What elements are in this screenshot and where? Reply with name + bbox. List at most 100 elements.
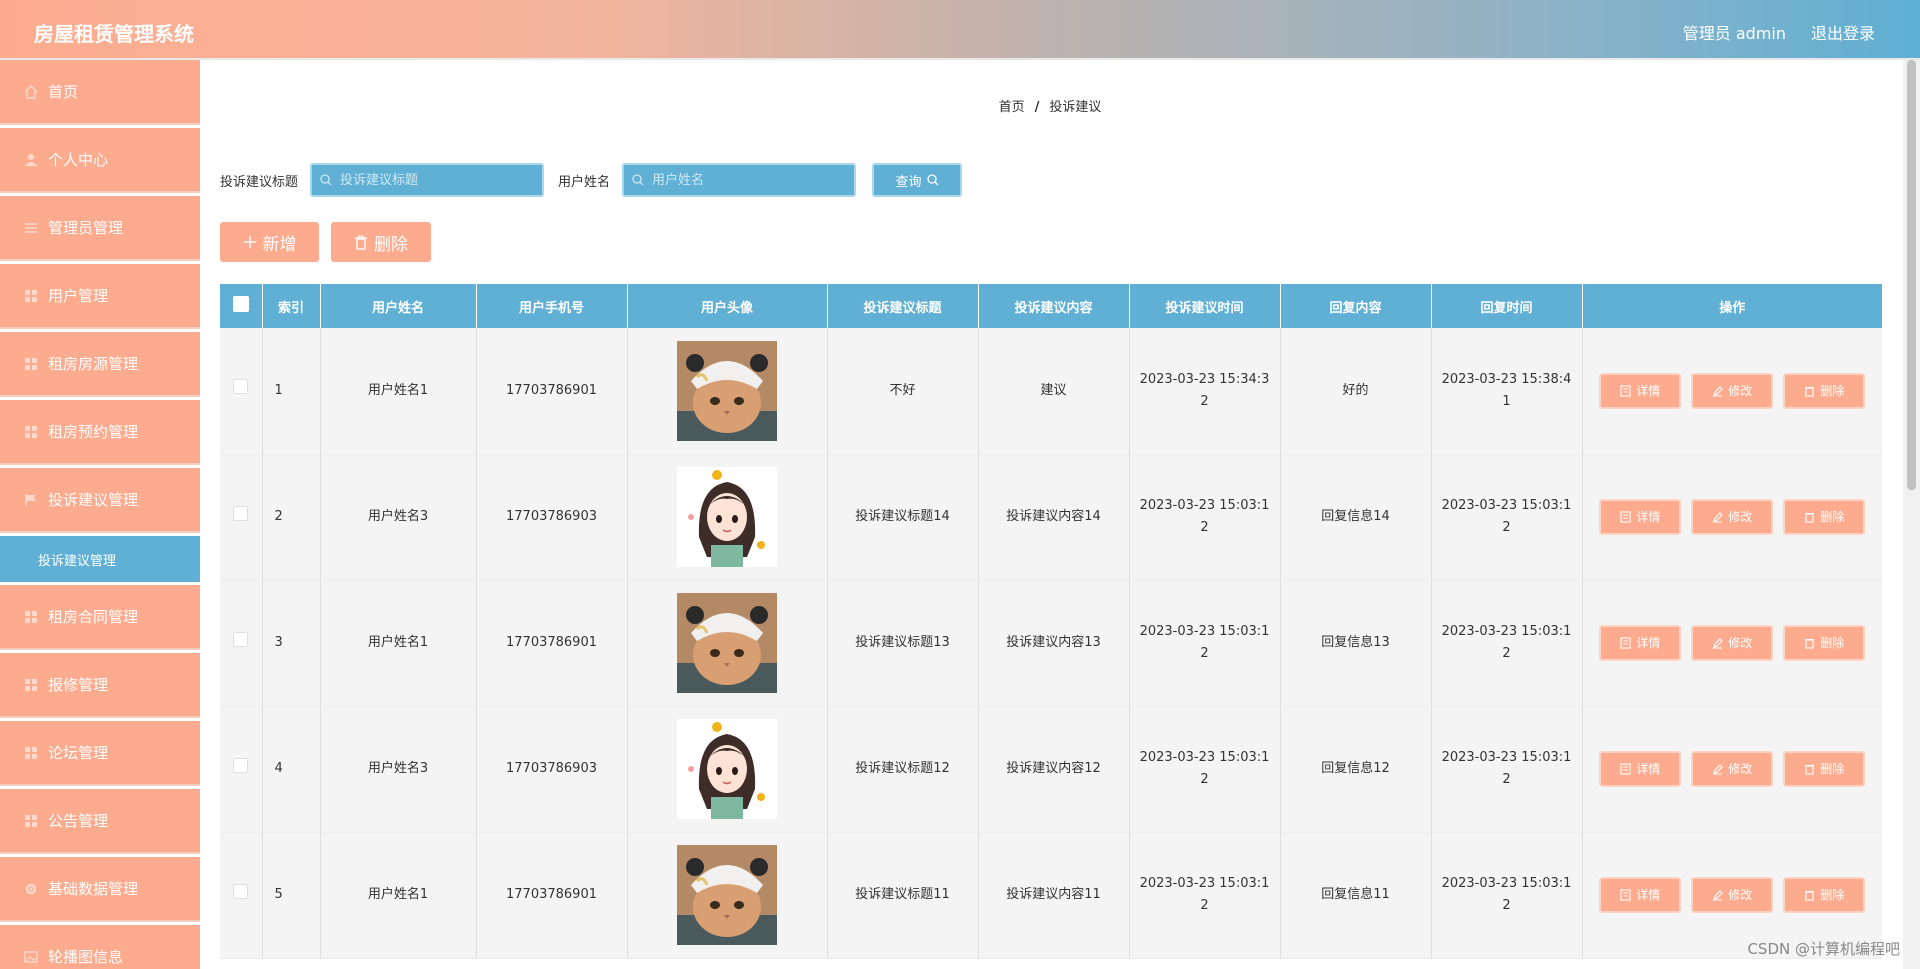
title-search-input[interactable] <box>338 171 533 189</box>
delete-button[interactable]: 删除 <box>1783 625 1866 661</box>
sidebar-item[interactable]: 租房预约管理 <box>0 400 200 465</box>
complaint-time-cell: 2023-03-23 15:03:12 <box>1129 832 1281 959</box>
column-header: 投诉建议时间 <box>1129 284 1281 328</box>
query-button-label: 查询 <box>895 174 922 190</box>
trash-icon <box>1805 638 1815 649</box>
query-button[interactable]: 查询 <box>872 163 963 197</box>
cat-avatar <box>677 845 777 945</box>
row-checkbox[interactable] <box>233 631 249 647</box>
complaint-table: 索引 用户姓名 用户手机号 用户头像 投诉建议标题 投诉建议内容 投诉建议时间 … <box>220 284 1882 969</box>
grid-icon <box>25 678 37 691</box>
user-search-label: 用户姓名 <box>558 174 611 190</box>
cat-avatar <box>677 340 777 441</box>
sidebar-item-label: 租房房源管理 <box>48 355 139 373</box>
edit-button[interactable]: 修改 <box>1691 499 1774 535</box>
row-select-cell[interactable] <box>220 328 263 455</box>
user-search-field[interactable] <box>622 163 857 197</box>
scrollbar-thumb[interactable] <box>1907 60 1916 490</box>
complaint-content-cell: 投诉建议内容11 <box>978 832 1130 959</box>
grid-icon <box>25 610 37 623</box>
row-select-cell[interactable] <box>220 706 263 833</box>
batch-delete-button[interactable]: 删除 <box>331 222 431 262</box>
operations-cell: 详情 修改 删除 <box>1582 454 1882 581</box>
logout-link[interactable]: 退出登录 <box>1811 20 1875 44</box>
plus-icon <box>243 236 256 248</box>
select-all-checkbox[interactable] <box>232 296 249 312</box>
reply-time-cell: 2023-03-23 15:03:12 <box>1431 454 1583 581</box>
sidebar-item[interactable]: 租房房源管理 <box>0 332 200 397</box>
row-select-cell[interactable] <box>220 832 263 959</box>
title-search-field[interactable] <box>310 163 545 197</box>
girl-avatar <box>677 467 777 567</box>
breadcrumb-home[interactable]: 首页 <box>999 100 1025 115</box>
table-row: 2 用户姓名3 17703786903 投诉建议标题14 投诉建议内容14 2023-03… <box>220 454 1882 581</box>
document-icon <box>1620 385 1631 397</box>
row-index: 1 <box>262 328 321 455</box>
main-content: 首页 / 投诉建议 投诉建议标题 用户姓名 查询 新增 删除 <box>200 60 1900 969</box>
delete-button[interactable]: 删除 <box>1783 499 1866 535</box>
sidebar-item[interactable]: 公告管理 <box>0 789 200 854</box>
home-icon <box>24 84 38 99</box>
row-checkbox[interactable] <box>233 757 249 773</box>
row-checkbox[interactable] <box>233 379 249 395</box>
reply-time-cell: 2023-03-23 15:03:12 <box>1431 706 1583 833</box>
detail-button[interactable]: 详情 <box>1599 499 1682 535</box>
sidebar-item[interactable]: 个人中心 <box>0 128 200 193</box>
document-icon <box>1620 637 1631 649</box>
edit-button[interactable]: 修改 <box>1691 877 1774 913</box>
sidebar-item[interactable]: 用户管理 <box>0 264 200 329</box>
column-header: 索引 <box>262 284 321 328</box>
edit-button-label: 修改 <box>1728 510 1753 524</box>
complaint-time-cell: 2023-03-23 15:03:12 <box>1129 454 1281 581</box>
column-header: 投诉建议内容 <box>978 284 1130 328</box>
sidebar-item[interactable]: 租房合同管理 <box>0 585 200 650</box>
sidebar-subitem-complaints[interactable]: 投诉建议管理 <box>0 536 200 582</box>
edit-button-label: 修改 <box>1728 383 1753 398</box>
detail-button[interactable]: 详情 <box>1599 877 1682 913</box>
sidebar-item[interactable]: 投诉建议管理 <box>0 468 200 533</box>
delete-button[interactable]: 删除 <box>1783 372 1866 409</box>
sidebar-item[interactable]: 报修管理 <box>0 653 200 718</box>
delete-button-label: 删除 <box>1820 636 1845 650</box>
edit-button[interactable]: 修改 <box>1691 751 1774 787</box>
page-scrollbar[interactable] <box>1903 60 1920 969</box>
table-header-row: 索引 用户姓名 用户手机号 用户头像 投诉建议标题 投诉建议内容 投诉建议时间 … <box>220 284 1882 328</box>
sidebar-item[interactable]: 基础数据管理 <box>0 857 200 922</box>
user-search-input[interactable] <box>650 171 845 189</box>
delete-button[interactable]: 删除 <box>1783 877 1866 913</box>
table-row: 4 用户姓名3 17703786903 投诉建议标题12 投诉建议内容12 2023-03… <box>220 706 1882 833</box>
edit-icon <box>1713 512 1724 523</box>
action-bar: 新增 删除 <box>220 222 443 262</box>
column-header: 用户头像 <box>627 284 828 328</box>
row-checkbox[interactable] <box>233 505 249 521</box>
reply-content-cell: 回复信息14 <box>1280 454 1432 581</box>
grid-icon <box>25 425 37 438</box>
detail-button[interactable]: 详情 <box>1599 372 1682 409</box>
detail-button-label: 详情 <box>1636 636 1661 650</box>
row-checkbox[interactable] <box>233 883 249 899</box>
user-icon <box>25 153 37 166</box>
reply-time-cell: 2023-03-23 15:38:41 <box>1431 328 1583 455</box>
select-all-cell[interactable] <box>220 284 263 328</box>
edit-button[interactable]: 修改 <box>1691 625 1774 661</box>
complaint-title-cell: 投诉建议标题12 <box>827 706 979 833</box>
user-name-cell: 用户姓名1 <box>320 580 477 707</box>
delete-button[interactable]: 删除 <box>1783 751 1866 787</box>
sidebar-item-label: 报修管理 <box>48 676 109 694</box>
row-select-cell[interactable] <box>220 580 263 707</box>
delete-button-label: 删除 <box>1820 762 1845 776</box>
column-header: 回复内容 <box>1280 284 1432 328</box>
add-button[interactable]: 新增 <box>220 222 319 262</box>
sidebar-item[interactable]: 轮播图信息 <box>0 925 200 969</box>
detail-button[interactable]: 详情 <box>1599 751 1682 787</box>
table-row: 5 用户姓名1 17703786901 投诉建议标题11 投诉建议内容11 2023-03… <box>220 832 1882 959</box>
edit-button[interactable]: 修改 <box>1691 372 1774 409</box>
sidebar-item[interactable]: 管理员管理 <box>0 196 200 261</box>
row-index: 3 <box>262 580 321 707</box>
detail-button[interactable]: 详情 <box>1599 625 1682 661</box>
row-select-cell[interactable] <box>220 454 263 581</box>
sidebar-item[interactable]: 论坛管理 <box>0 721 200 786</box>
sidebar-item[interactable]: 首页 <box>0 60 200 125</box>
add-button-label: 新增 <box>262 234 297 255</box>
document-icon <box>1620 889 1631 901</box>
